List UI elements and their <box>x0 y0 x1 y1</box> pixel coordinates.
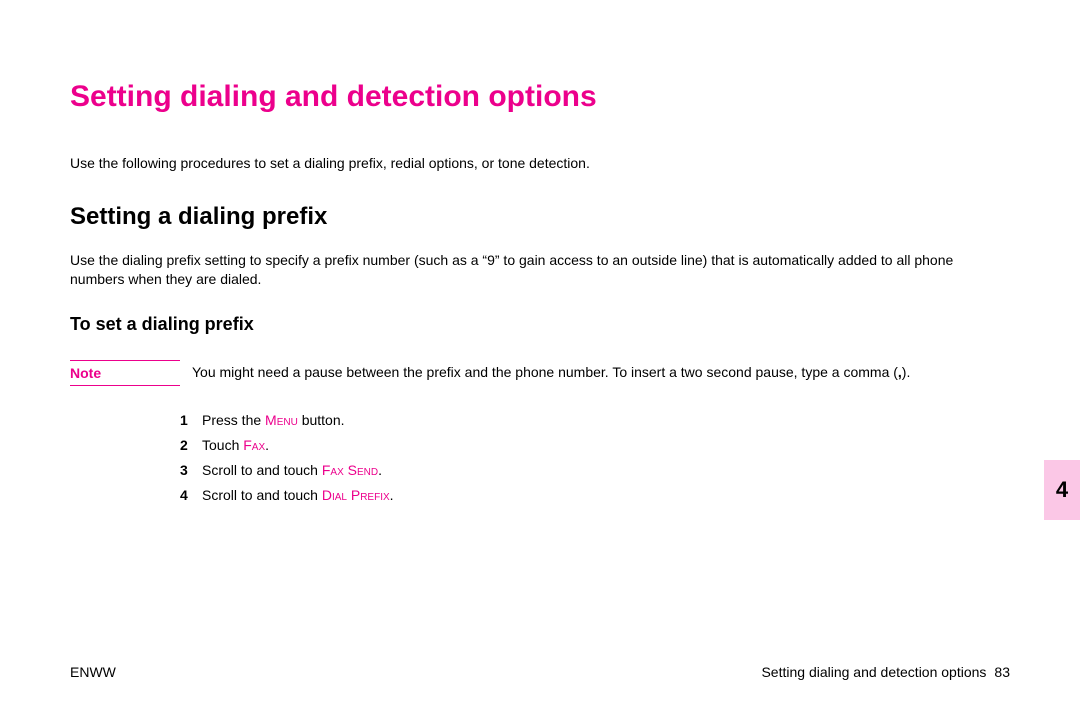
note-text: You might need a pause between the prefi… <box>192 360 1010 383</box>
step-4: 4 Scroll to and touch Dial Prefix. <box>180 483 1010 508</box>
step-4a: Scroll to and touch <box>202 487 322 503</box>
step-4-num: 4 <box>180 483 202 508</box>
step-1c: button. <box>298 412 345 428</box>
intro-paragraph: Use the following procedures to set a di… <box>70 154 1010 173</box>
step-2a: Touch <box>202 437 243 453</box>
note-text-c: ). <box>902 364 911 380</box>
step-1: 1 Press the Menu button. <box>180 408 1010 433</box>
step-3: 3 Scroll to and touch Fax Send. <box>180 458 1010 483</box>
heading-1: Setting dialing and detection options <box>70 80 1010 114</box>
step-4c: . <box>390 487 394 503</box>
step-3c: . <box>378 462 382 478</box>
steps-list: 1 Press the Menu button. 2 Touch Fax. 3 … <box>180 408 1010 509</box>
step-1a: Press the <box>202 412 265 428</box>
footer-section-title: Setting dialing and detection options <box>761 664 986 680</box>
menu-keyword: Menu <box>265 412 298 428</box>
dial-prefix-keyword: Dial Prefix <box>322 487 390 503</box>
step-4-text: Scroll to and touch Dial Prefix. <box>202 483 1010 508</box>
note-text-a: You might need a pause between the prefi… <box>192 364 898 380</box>
heading-3: To set a dialing prefix <box>70 314 1010 335</box>
fax-send-keyword: Fax Send <box>322 462 378 478</box>
note-block: Note You might need a pause between the … <box>70 360 1010 386</box>
step-3-text: Scroll to and touch Fax Send. <box>202 458 1010 483</box>
heading-2: Setting a dialing prefix <box>70 203 1010 231</box>
step-2c: . <box>265 437 269 453</box>
step-1-text: Press the Menu button. <box>202 408 1010 433</box>
step-2-text: Touch Fax. <box>202 433 1010 458</box>
page-number: 83 <box>994 664 1010 680</box>
step-2-num: 2 <box>180 433 202 458</box>
footer: ENWW Setting dialing and detection optio… <box>70 664 1010 680</box>
step-3-num: 3 <box>180 458 202 483</box>
step-3a: Scroll to and touch <box>202 462 322 478</box>
note-label-text: Note <box>70 365 140 381</box>
step-2: 2 Touch Fax. <box>180 433 1010 458</box>
chapter-tab: 4 <box>1044 460 1080 520</box>
fax-keyword: Fax <box>243 437 265 453</box>
footer-left: ENWW <box>70 664 116 680</box>
step-1-num: 1 <box>180 408 202 433</box>
prefix-paragraph: Use the dialing prefix setting to specif… <box>70 251 1010 289</box>
page: Setting dialing and detection options Us… <box>0 0 1080 720</box>
footer-right: Setting dialing and detection options 83 <box>761 664 1010 680</box>
note-label: Note <box>70 360 180 386</box>
